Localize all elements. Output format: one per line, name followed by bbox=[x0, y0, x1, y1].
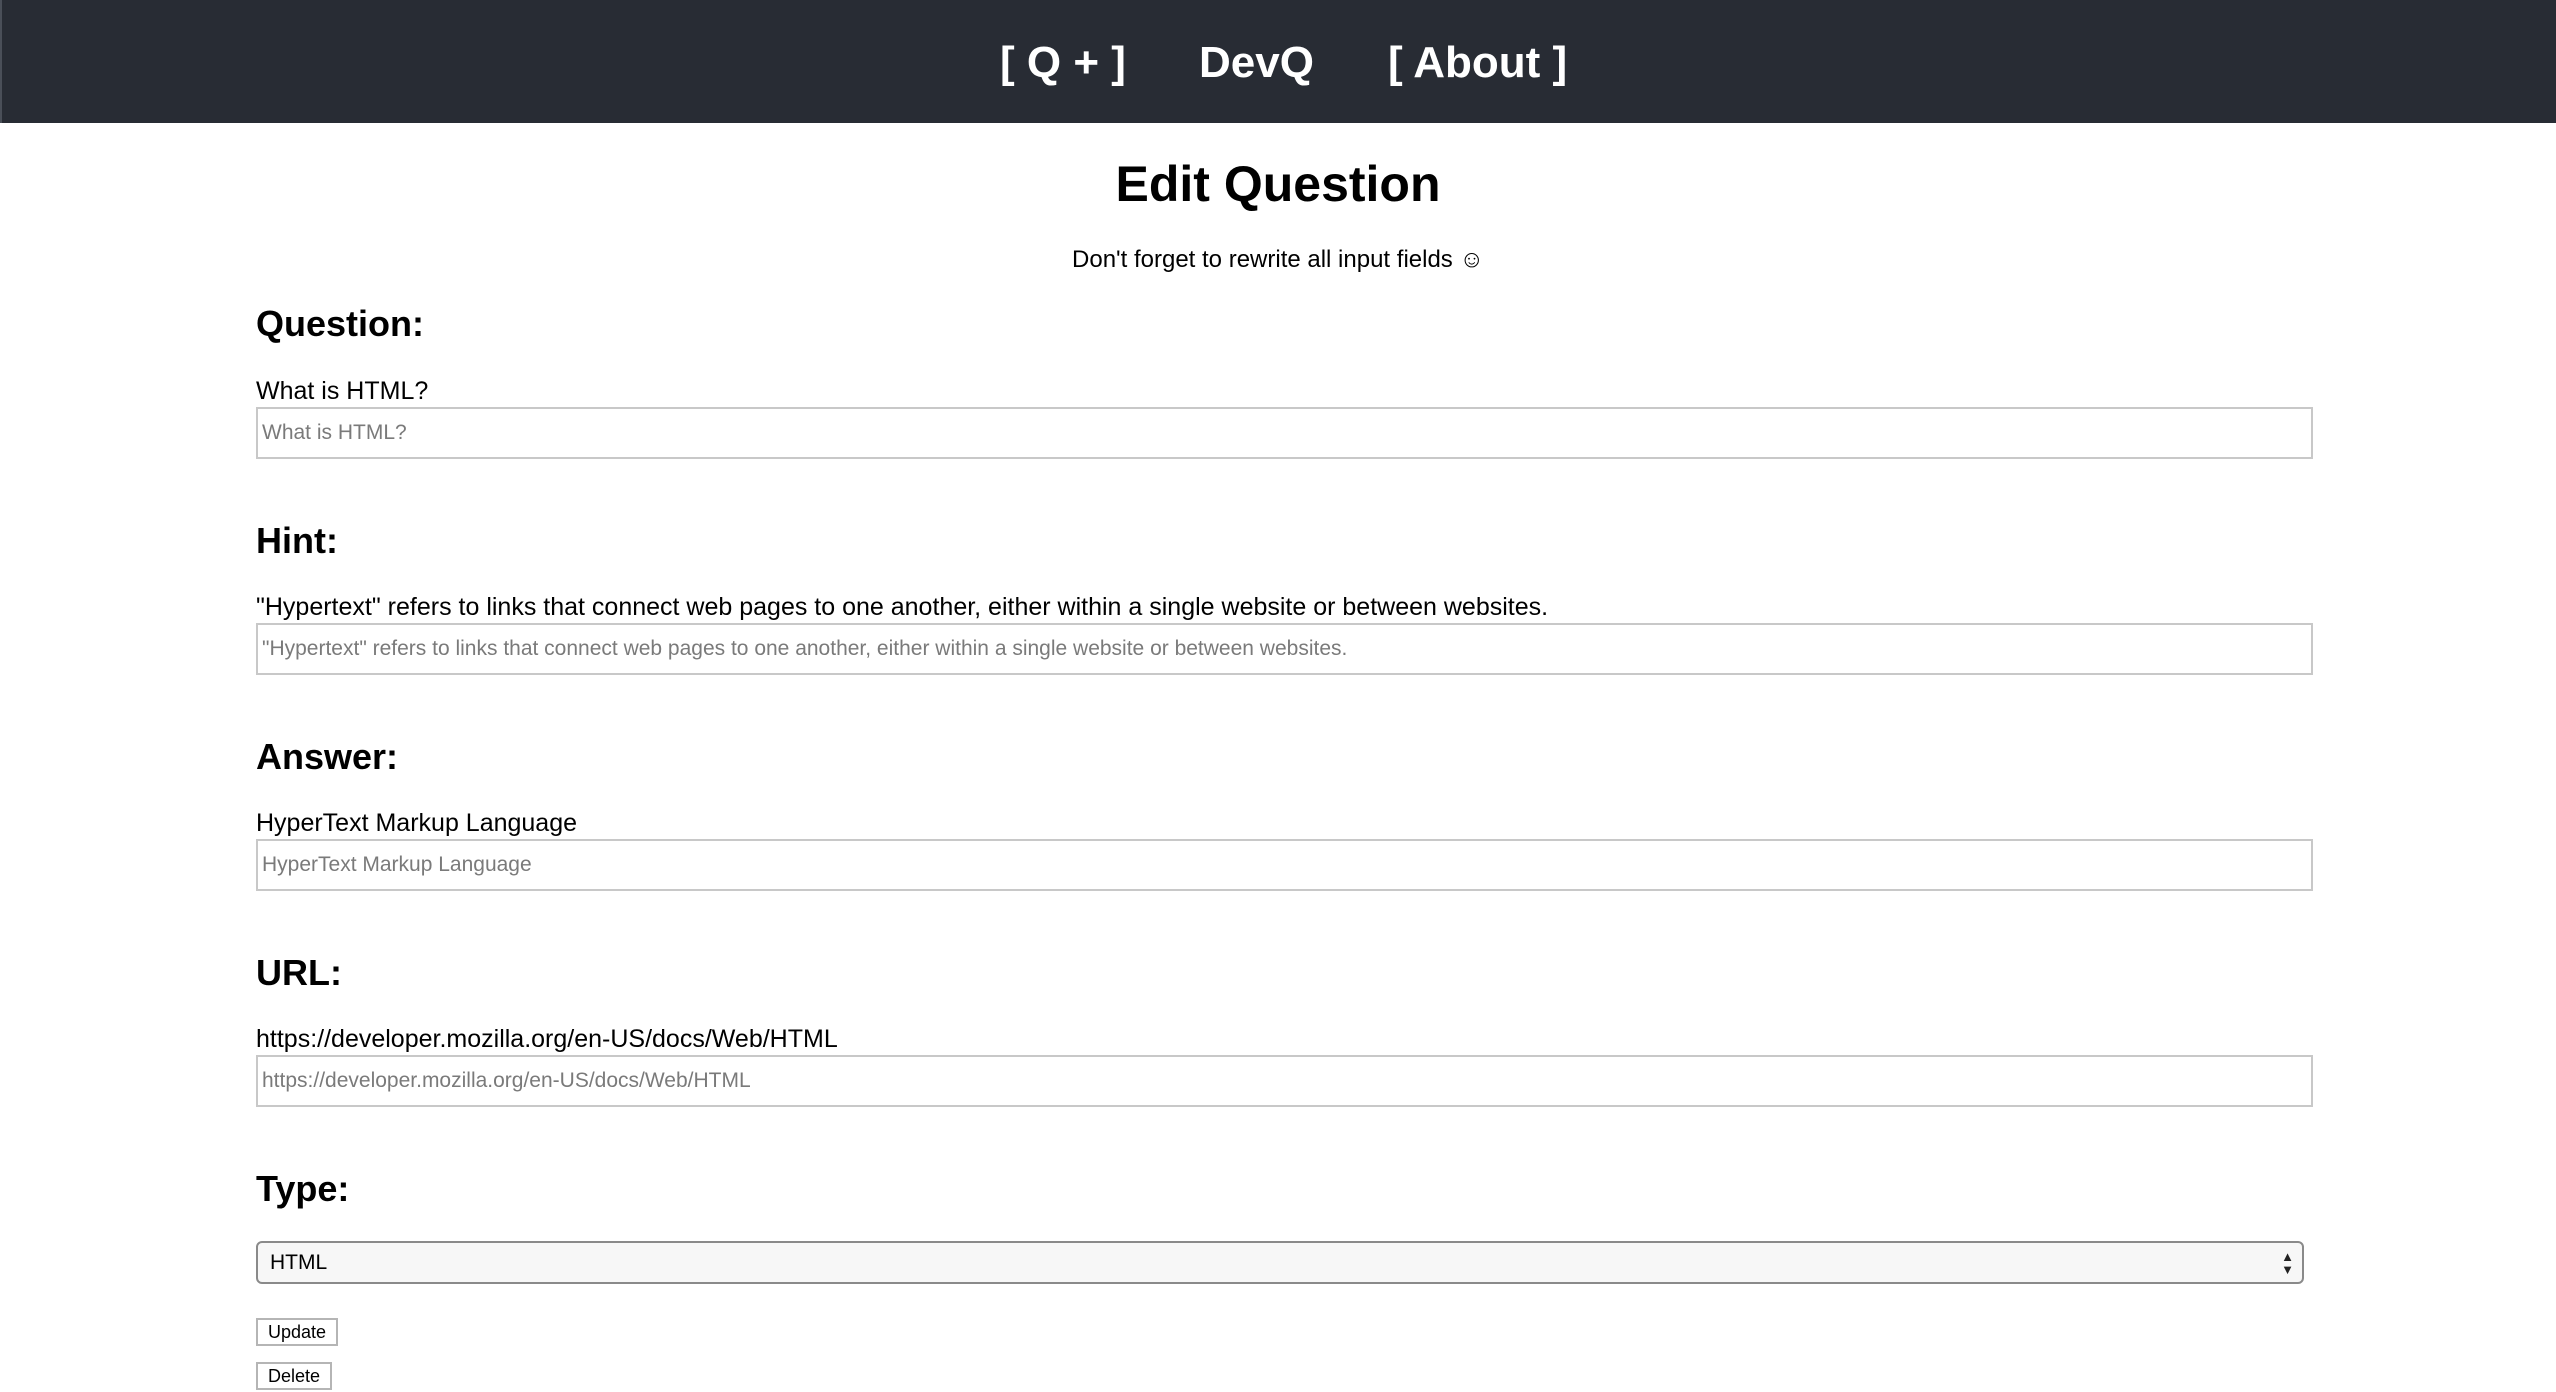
answer-current-value: HyperText Markup Language bbox=[256, 809, 578, 837]
url-current-value: https://developer.mozilla.org/en-US/docs… bbox=[256, 1025, 838, 1053]
type-select[interactable]: HTML ▲ ▼ bbox=[256, 1241, 2304, 1284]
hint-heading: Hint: bbox=[256, 520, 338, 561]
hint-input[interactable] bbox=[256, 623, 2313, 675]
url-heading: URL: bbox=[256, 952, 342, 993]
top-navbar: [ Q + ] DevQ [ About ] bbox=[0, 0, 2556, 123]
nav-about-link[interactable]: [ About ] bbox=[1388, 0, 1567, 123]
type-heading: Type: bbox=[256, 1168, 350, 1209]
answer-heading: Answer: bbox=[256, 736, 399, 777]
question-input[interactable] bbox=[256, 407, 2313, 459]
update-button[interactable]: Update bbox=[256, 1318, 339, 1346]
nav-brand-link[interactable]: DevQ bbox=[1199, 0, 1314, 123]
url-input[interactable] bbox=[256, 1055, 2313, 1107]
question-heading: Question: bbox=[256, 303, 424, 344]
delete-button[interactable]: Delete bbox=[256, 1362, 333, 1390]
select-arrows-icon: ▲ ▼ bbox=[2281, 1248, 2294, 1277]
nav-new-question-link[interactable]: [ Q + ] bbox=[1000, 0, 1126, 123]
hint-current-value: "Hypertext" refers to links that connect… bbox=[256, 593, 1549, 621]
type-selected-value: HTML bbox=[270, 1251, 328, 1274]
question-current-value: What is HTML? bbox=[256, 377, 429, 405]
page-subtitle: Don't forget to rewrite all input fields… bbox=[1072, 246, 1484, 273]
answer-input[interactable] bbox=[256, 839, 2313, 891]
page-title: Edit Question bbox=[1115, 156, 1441, 212]
